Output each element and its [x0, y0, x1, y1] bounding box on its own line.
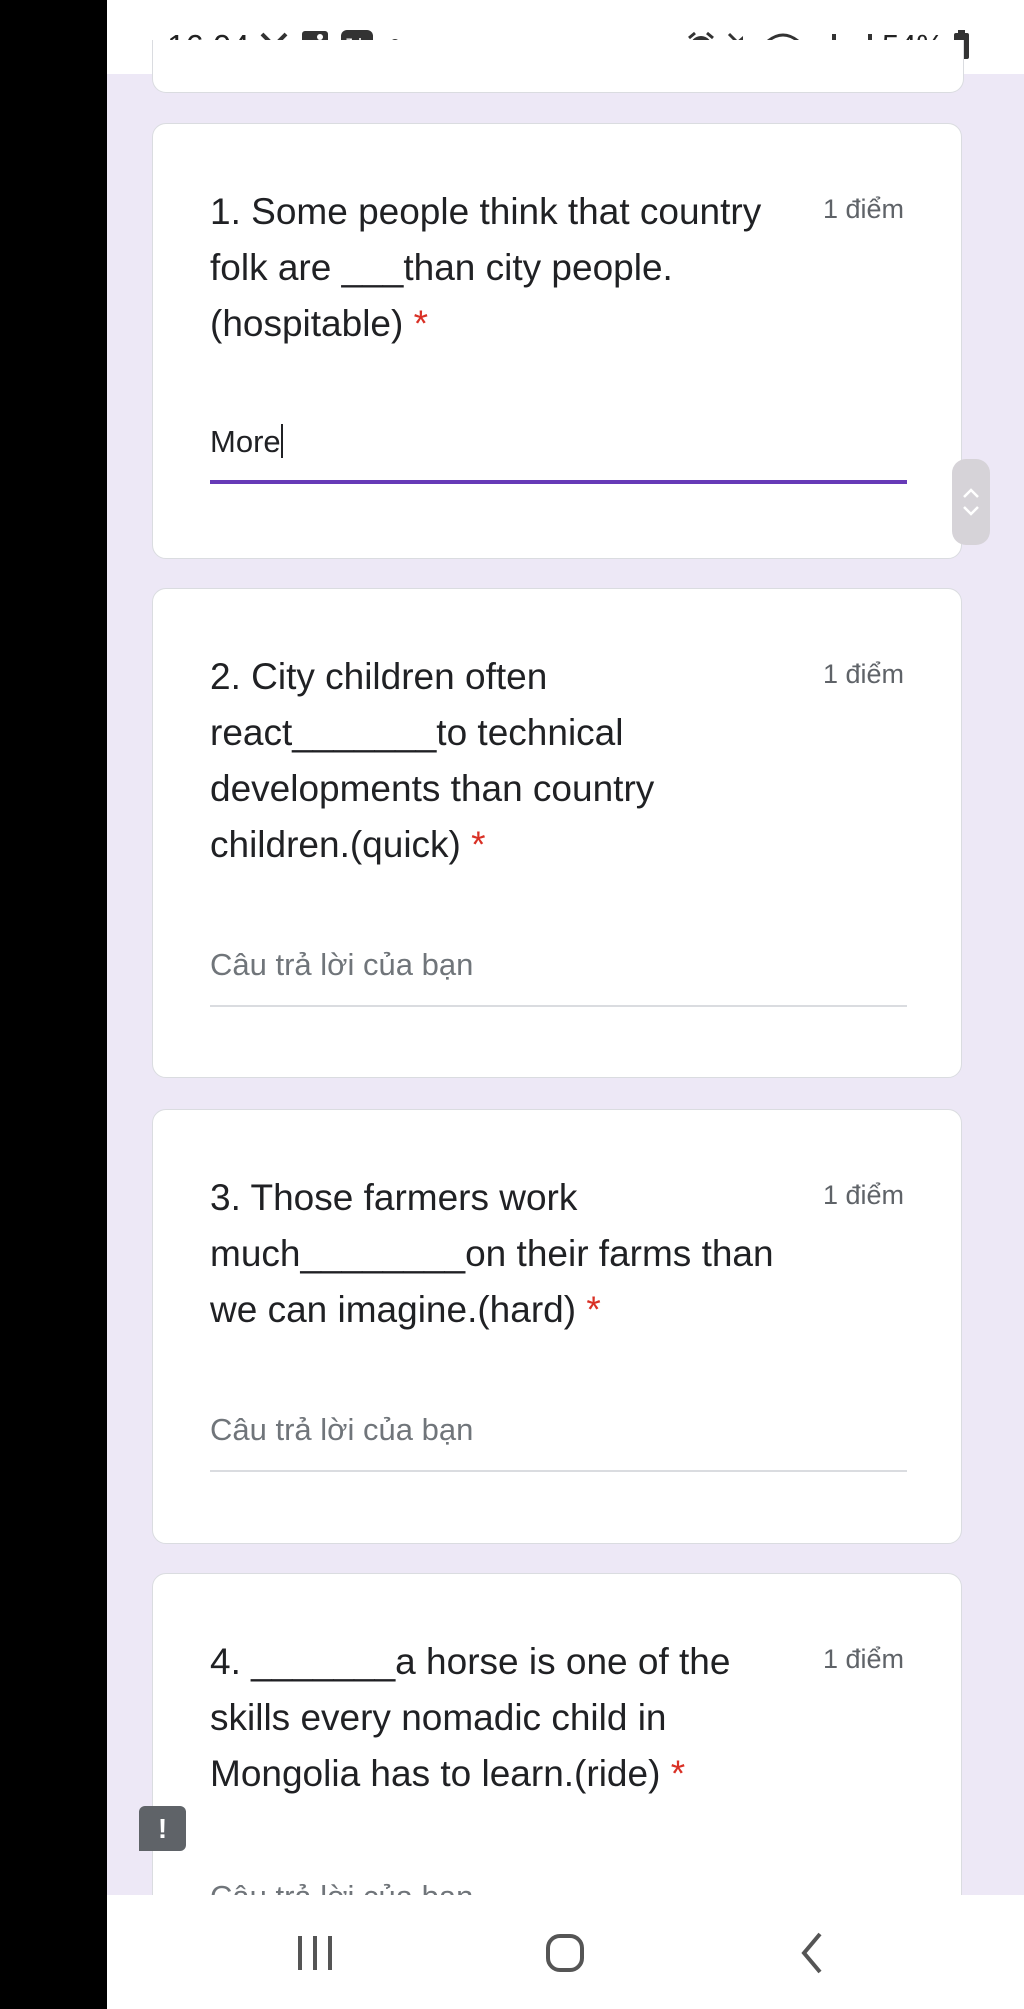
question-text: 1. Some people think that country folk a…	[210, 191, 762, 344]
home-icon[interactable]	[535, 1928, 595, 1978]
required-mark: *	[471, 824, 486, 865]
question-text: 4. _______a horse is one of the skills e…	[210, 1641, 731, 1794]
question-card-2: 2. City children often react_______to te…	[152, 588, 962, 1078]
text-cursor	[280, 424, 283, 458]
back-icon[interactable]	[782, 1928, 842, 1978]
points-label: 1 điểm	[822, 1180, 904, 1210]
question-text: 3. Those farmers work much________on the…	[210, 1177, 774, 1330]
screen: 16:04 Zalo	[107, 0, 1024, 2009]
required-mark: *	[586, 1289, 601, 1330]
answer-input[interactable]: Câu trả lời của bạn	[210, 947, 907, 1007]
required-mark: *	[413, 303, 429, 344]
question-card-1: 1. Some people think that country folk a…	[152, 123, 962, 559]
report-feedback-button[interactable]: !	[139, 1806, 186, 1851]
chevron-up-icon	[963, 488, 979, 498]
answer-input[interactable]: More	[210, 424, 907, 484]
scroll-handle[interactable]	[952, 459, 990, 545]
question-text: 2. City children often react_______to te…	[210, 656, 655, 865]
points-label: 1 điểm	[822, 1644, 904, 1674]
required-mark: *	[670, 1753, 686, 1794]
answer-placeholder: Câu trả lời của bạn	[210, 1412, 474, 1447]
recent-apps-icon[interactable]	[285, 1928, 345, 1978]
answer-input[interactable]: Câu trả lời của bạn	[210, 1412, 907, 1472]
points-label: 1 điểm	[822, 194, 904, 224]
navigation-bar	[107, 1895, 1024, 2009]
previous-card	[152, 40, 964, 93]
chevron-down-icon	[963, 506, 979, 516]
answer-placeholder: Câu trả lời của bạn	[210, 947, 474, 982]
points-label: 1 điểm	[822, 659, 904, 689]
question-card-3: 3. Those farmers work much________on the…	[152, 1109, 962, 1544]
